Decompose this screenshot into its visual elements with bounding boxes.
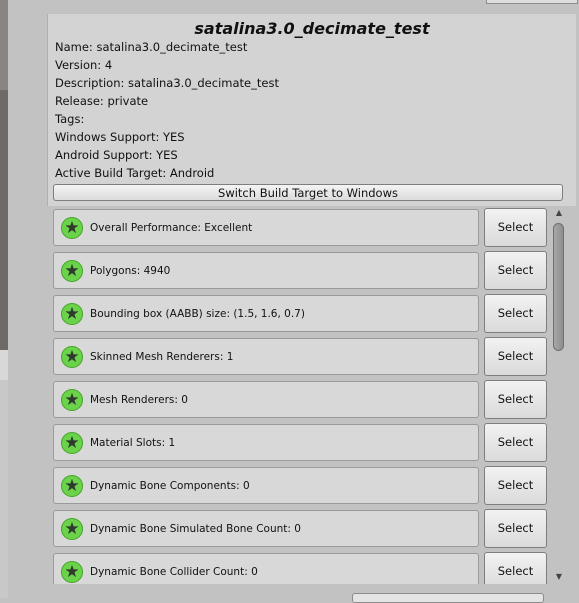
info-description: Description: satalina3.0_decimate_test bbox=[55, 76, 279, 90]
stat-row: ★ Dynamic Bone Simulated Bone Count: 0 bbox=[53, 510, 479, 547]
info-active-build-target: Active Build Target: Android bbox=[55, 166, 215, 180]
avatar-info-panel: satalina3.0_decimate_test Name: satalina… bbox=[47, 14, 576, 206]
avatar-title: satalina3.0_decimate_test bbox=[194, 19, 430, 38]
select-button[interactable]: Select bbox=[484, 337, 547, 376]
info-release: Release: private bbox=[55, 94, 149, 108]
info-name: Name: satalina3.0_decimate_test bbox=[55, 40, 248, 54]
scene-view-segment bbox=[0, 90, 8, 350]
select-button[interactable]: Select bbox=[484, 251, 547, 290]
stat-label: Polygons: 4940 bbox=[90, 265, 171, 277]
scene-view-segment bbox=[0, 0, 8, 90]
stat-row: ★ Skinned Mesh Renderers: 1 bbox=[53, 338, 479, 375]
select-button[interactable]: Select bbox=[484, 294, 547, 333]
stat-row: ★ Overall Performance: Excellent bbox=[53, 209, 479, 246]
stat-label: Mesh Renderers: 0 bbox=[90, 394, 188, 406]
stat-row: ★ Polygons: 4940 bbox=[53, 252, 479, 289]
arrow-down-icon[interactable]: ▼ bbox=[552, 570, 566, 584]
scene-view-segment bbox=[0, 380, 8, 598]
arrow-up-icon[interactable]: ▲ bbox=[552, 206, 566, 220]
star-icon: ★ bbox=[61, 432, 83, 454]
stat-row: ★ Dynamic Bone Collider Count: 0 bbox=[53, 553, 479, 584]
stat-label: Skinned Mesh Renderers: 1 bbox=[90, 351, 234, 363]
scrollbar-thumb[interactable] bbox=[553, 223, 564, 351]
info-tags: Tags: bbox=[55, 112, 85, 126]
stat-label: Overall Performance: Excellent bbox=[90, 222, 253, 234]
star-icon: ★ bbox=[61, 561, 83, 583]
stat-row: ★ Material Slots: 1 bbox=[53, 424, 479, 461]
star-icon: ★ bbox=[61, 475, 83, 497]
performance-stats-list: ★ Overall Performance: Excellent Select … bbox=[47, 206, 575, 584]
select-button[interactable]: Select bbox=[484, 466, 547, 505]
info-version: Version: 4 bbox=[55, 58, 113, 72]
bottom-strip bbox=[47, 584, 579, 603]
select-button[interactable]: Select bbox=[484, 380, 547, 419]
select-button[interactable]: Select bbox=[484, 423, 547, 462]
info-windows-support: Windows Support: YES bbox=[55, 130, 185, 144]
star-icon: ★ bbox=[61, 518, 83, 540]
stats-scrollbar[interactable]: ▲ ▼ bbox=[552, 206, 566, 584]
select-button[interactable]: Select bbox=[484, 509, 547, 548]
star-icon: ★ bbox=[61, 389, 83, 411]
stat-row: ★ Mesh Renderers: 0 bbox=[53, 381, 479, 418]
stat-label: Dynamic Bone Simulated Bone Count: 0 bbox=[90, 523, 301, 535]
scene-view-segment bbox=[0, 350, 8, 380]
select-button[interactable]: Select bbox=[484, 552, 547, 584]
select-button[interactable]: Select bbox=[484, 208, 547, 247]
top-button-edge[interactable] bbox=[486, 0, 578, 4]
stat-row: ★ Bounding box (AABB) size: (1.5, 1.6, 0… bbox=[53, 295, 479, 332]
scene-view-edge bbox=[0, 0, 8, 598]
info-android-support: Android Support: YES bbox=[55, 148, 178, 162]
star-icon: ★ bbox=[61, 260, 83, 282]
stat-row: ★ Dynamic Bone Components: 0 bbox=[53, 467, 479, 504]
switch-build-target-button[interactable]: Switch Build Target to Windows bbox=[53, 184, 563, 201]
stat-label: Bounding box (AABB) size: (1.5, 1.6, 0.7… bbox=[90, 308, 305, 320]
star-icon: ★ bbox=[61, 303, 83, 325]
star-icon: ★ bbox=[61, 346, 83, 368]
star-icon: ★ bbox=[61, 217, 83, 239]
stat-label: Material Slots: 1 bbox=[90, 437, 176, 449]
stat-label: Dynamic Bone Components: 0 bbox=[90, 480, 250, 492]
bottom-button-edge[interactable] bbox=[352, 593, 544, 603]
stat-label: Dynamic Bone Collider Count: 0 bbox=[90, 566, 258, 578]
